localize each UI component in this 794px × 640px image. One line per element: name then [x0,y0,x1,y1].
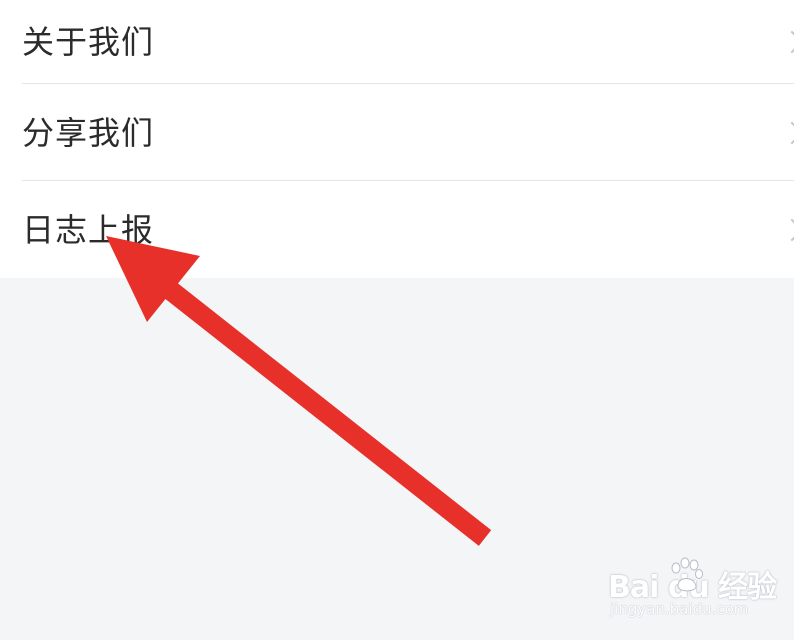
baidu-jingyan-watermark: Bai du 经验 jingyan.baidu.com [608,556,777,626]
arrow-shaft [153,274,492,546]
chevron-right-icon [780,218,794,241]
settings-menu-list: 关于我们 分享我们 日志上报 [0,0,794,278]
menu-item-label: 关于我们 [22,23,155,61]
paw-icon [671,557,703,592]
menu-item-about-us[interactable]: 关于我们 [0,0,794,84]
menu-item-label: 日志上报 [22,210,155,249]
chevron-right-icon [780,30,794,54]
menu-item-log-report[interactable]: 日志上报 [0,181,794,278]
watermark-brand: Bai du 经验 [608,570,777,605]
watermark-url: jingyan.baidu.com [610,600,749,618]
menu-item-share-us[interactable]: 分享我们 [0,84,794,181]
menu-item-label: 分享我们 [22,113,155,152]
chevron-right-icon [780,121,794,144]
